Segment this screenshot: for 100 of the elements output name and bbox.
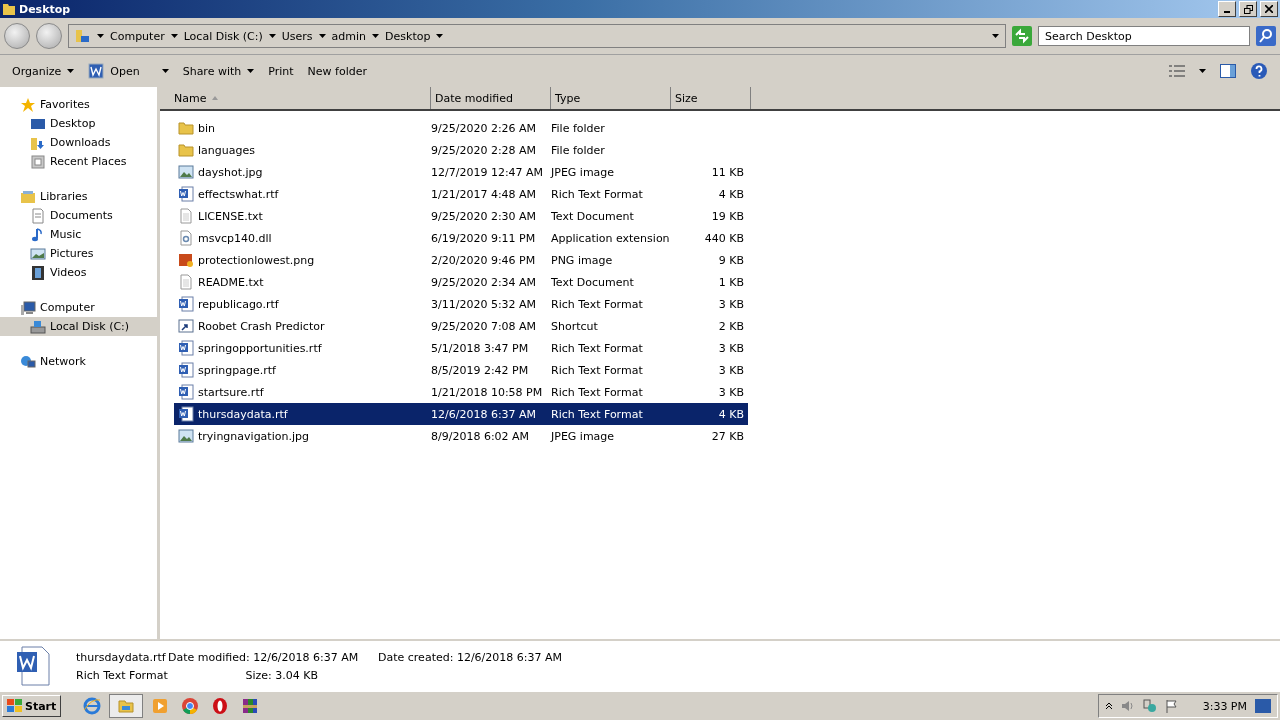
table-cell-text: File folder [551,143,606,157]
file-row[interactable]: tryingnavigation.jpg 8/9/2018 6:02 AM JPEG image 27 KB [174,425,748,447]
word-document-icon [16,646,50,686]
refresh-icon[interactable] [1012,26,1032,46]
start-button[interactable]: Start [2,695,62,717]
table-cell-text: 3 KB [717,363,745,377]
table-cell-text: 27 KB [710,429,745,443]
breadcrumb-item[interactable]: admin [331,29,367,43]
table-cell-text: Text Document [551,209,635,223]
word-document-icon [178,296,194,312]
back-button[interactable] [4,23,30,49]
breadcrumb-item[interactable]: Users [281,29,313,43]
close-button[interactable] [1260,1,1278,17]
word-icon [88,63,105,79]
file-name: protectionlowest.png [174,252,431,268]
table-cell-text: Rich Text Format [551,363,644,377]
breadcrumb-item[interactable]: Desktop [385,29,431,43]
image-file-icon [178,428,194,444]
breadcrumb-item[interactable]: Computer [110,29,165,43]
toolbar-button[interactable]: New folder [307,64,367,78]
file-name: LICENSE.txt [174,208,431,224]
table-cell-text: Rich Text Format [551,385,644,399]
sidebar-item[interactable]: Music [0,225,157,244]
menu-button[interactable]: Share with [182,64,255,78]
sidebar-group[interactable]: Favorites [0,95,157,114]
file-row[interactable]: languages 9/25/2020 2:28 AM File folder [174,139,748,161]
text-document-icon [178,274,194,290]
file-row[interactable]: effectswhat.rtf 1/21/2017 4:48 AM Rich Text Format 4 KB [174,183,748,205]
file-name: springpage.rtf [174,362,431,378]
file-row[interactable]: thursdaydata.rtf 12/6/2018 6:37 AM Rich Text Format 4 KB [174,403,748,425]
folder-icon [75,28,91,44]
table-cell: Application extension [551,231,671,245]
file-name: README.txt [174,274,431,290]
speaker-icon[interactable] [1120,699,1135,713]
menu-button[interactable]: Organize [12,64,75,78]
sidebar-item[interactable]: Documents [0,206,157,225]
file-name: Roobet Crash Predictor [174,318,431,334]
network-icon[interactable] [1142,699,1157,713]
open-button[interactable]: Open [88,63,169,79]
file-row[interactable]: LICENSE.txt 9/25/2020 2:30 AM Text Document 19 KB [174,205,748,227]
date-modified-text: Date modified: 12/6/2018 6:37 AM [168,650,360,664]
column-header[interactable]: Type [551,87,671,109]
sidebar-item[interactable]: Videos [0,263,157,282]
sidebar-item[interactable]: Downloads [0,133,157,152]
file-row[interactable]: README.txt 9/25/2020 2:34 AM Text Document 1 KB [174,271,748,293]
table-cell-text: Shortcut [551,319,599,333]
sidebar-item[interactable]: Local Disk (C:) [0,317,157,336]
file-row[interactable]: republicago.rtf 3/11/2020 5:32 AM Rich Text Format 3 KB [174,293,748,315]
word-document-icon [178,186,194,202]
document-icon [30,207,46,224]
minimize-button[interactable] [1218,1,1236,17]
breadcrumb-item[interactable]: Local Disk (C:) [183,29,263,43]
toolbar-button[interactable]: Print [268,64,294,78]
sidebar-item[interactable]: Recent Places [0,152,157,171]
column-header[interactable]: Date modified [431,87,551,109]
file-row[interactable]: msvcp140.dll 6/19/2020 9:11 PM Application extension 440 KB [174,227,748,249]
sidebar-item[interactable]: Pictures [0,244,157,263]
table-cell-text: 440 KB [703,231,745,245]
search-icon[interactable] [1256,26,1276,46]
word-document-icon [178,384,194,400]
taskbar-app[interactable] [109,694,144,718]
flag-icon[interactable] [1164,699,1179,713]
close-icon [1265,5,1273,13]
file-row[interactable]: Roobet Crash Predictor 9/25/2020 7:08 AM Shortcut 2 KB [174,315,748,337]
sidebar-group[interactable]: Network [0,352,157,371]
column-header[interactable]: Size [671,87,751,109]
file-row[interactable]: springpage.rtf 8/5/2019 2:42 PM Rich Text Format 3 KB [174,359,748,381]
table-cell-text: 2/20/2020 9:46 PM [431,253,537,267]
clock[interactable]: 3:33 PM [1202,699,1247,713]
view-list-icon[interactable] [1169,65,1185,77]
file-row[interactable]: springopportunities.rtf 5/1/2018 3:47 PM Rich Text Format 3 KB [174,337,748,359]
caret-icon [1199,69,1206,73]
file-row[interactable]: bin 9/25/2020 2:26 AM File folder [174,117,748,139]
file-name: effectswhat.rtf [174,186,431,202]
file-row[interactable]: startsure.rtf 1/21/2018 10:58 PM Rich Text Format 3 KB [174,381,748,403]
caret-icon [97,34,104,38]
help-icon[interactable] [1250,62,1268,80]
table-cell-text: 5/1/2018 3:47 PM [431,341,530,355]
table-cell-text: 3 KB [717,341,745,355]
address-bar[interactable]: Computer Local Disk (C:) Users admin Desktop [68,24,1006,48]
table-cell-text: Rich Text Format [551,187,644,201]
file-row[interactable]: dayshot.jpg 12/7/2019 12:47 AM JPEG image 11 KB [174,161,748,183]
preview-pane-icon[interactable] [1220,64,1236,78]
table-cell-text: 1/21/2017 4:48 AM [431,187,538,201]
restore-button[interactable] [1239,1,1257,17]
computer-icon [20,299,36,316]
file-row[interactable]: protectionlowest.png 2/20/2020 9:46 PM PNG image 9 KB [174,249,748,271]
column-header[interactable]: Name [160,87,431,109]
table-cell-text: 2 KB [717,319,745,333]
file-name: msvcp140.dll [174,230,431,246]
search-field[interactable]: Search Desktop [1038,26,1250,46]
chevron-up-icon[interactable] [1104,702,1113,710]
sidebar-item[interactable]: Desktop [0,114,157,133]
picture-icon [30,245,46,262]
sidebar-group[interactable]: Computer [0,298,157,317]
table-cell-text: 8/9/2018 6:02 AM [431,429,531,443]
sidebar-group[interactable]: Libraries [0,187,157,206]
table-cell-text: 4 KB [717,187,745,201]
forward-button[interactable] [36,23,62,49]
text-document-icon [178,208,194,224]
